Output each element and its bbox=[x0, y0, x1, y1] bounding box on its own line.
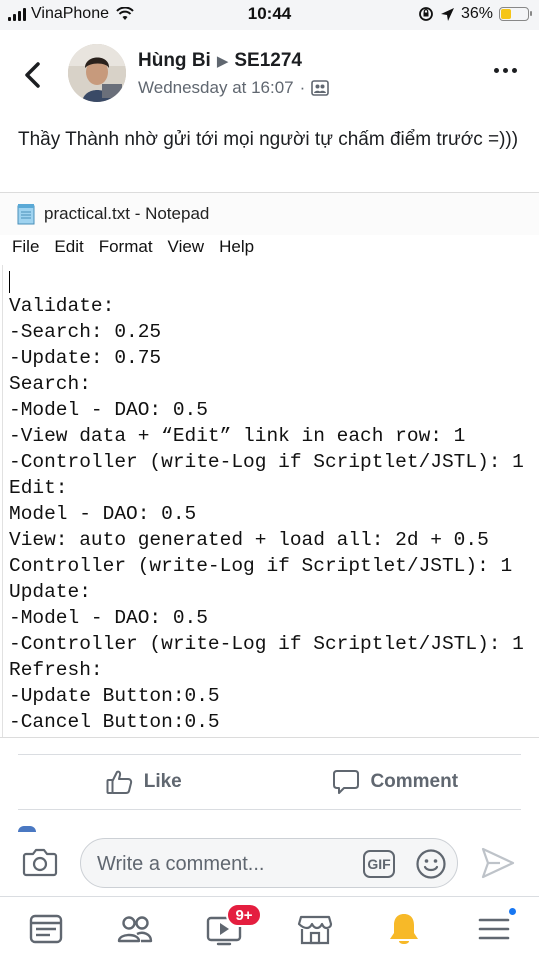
post-header: Hùng Bi ▶ SE1274 Wednesday at 16:07 · bbox=[0, 30, 539, 120]
notepad-menubar: File Edit Format View Help bbox=[0, 237, 254, 263]
notepad-line: Controller (write-Log if Scriptlet/JSTL)… bbox=[9, 555, 513, 577]
battery-fill bbox=[501, 9, 512, 19]
thumbs-up-icon bbox=[106, 770, 132, 794]
status-right: 36% bbox=[418, 5, 532, 23]
notepad-line: -Model - DAO: 0.5 bbox=[9, 607, 208, 629]
comment-composer: GIF bbox=[0, 832, 539, 894]
comment-input-box[interactable]: GIF bbox=[80, 838, 458, 888]
gif-button[interactable]: GIF bbox=[363, 850, 395, 878]
notepad-line: Refresh: bbox=[9, 659, 103, 681]
notepad-line: -Search: 0.25 bbox=[9, 321, 162, 343]
groups-icon bbox=[117, 916, 153, 943]
menu-view: View bbox=[167, 237, 205, 256]
notepad-content: Validate: -Search: 0.25 -Update: 0.75 Searc… bbox=[9, 267, 524, 737]
comment-button[interactable]: Comment bbox=[270, 755, 522, 809]
notepad-title: practical.txt - Notepad bbox=[44, 204, 210, 223]
bell-icon bbox=[390, 914, 418, 944]
notepad-line: -Update: 0.75 bbox=[9, 347, 162, 369]
tab-watch[interactable]: 9+ bbox=[204, 903, 262, 949]
shared-to-arrow-icon: ▶ bbox=[216, 53, 229, 70]
back-arrow-icon[interactable] bbox=[18, 58, 48, 92]
notepad-file-icon bbox=[17, 204, 35, 225]
avatar[interactable] bbox=[68, 44, 126, 102]
notepad-line: -Controller (write-Log if Scriptlet/JSTL… bbox=[9, 633, 524, 655]
author-name[interactable]: Hùng Bi bbox=[138, 50, 211, 72]
avatar-photo bbox=[68, 44, 126, 102]
notepad-line: Edit: bbox=[9, 477, 68, 499]
status-bar: VinaPhone 10:44 36% bbox=[0, 0, 539, 30]
battery-icon bbox=[499, 7, 532, 21]
battery-percent: 36% bbox=[460, 5, 493, 22]
marketplace-icon bbox=[297, 915, 333, 945]
tab-marketplace[interactable] bbox=[295, 909, 335, 949]
group-privacy-icon bbox=[311, 80, 330, 96]
comment-bubble-icon bbox=[333, 770, 360, 794]
watch-notification-badge: 9+ bbox=[226, 903, 262, 927]
group-name[interactable]: SE1274 bbox=[234, 50, 302, 72]
notepad-line: Validate: bbox=[9, 295, 115, 317]
orientation-lock-icon bbox=[419, 7, 433, 21]
post-text: Thầy Thành nhờ gửi tới mọi người tự chấm… bbox=[18, 129, 519, 150]
notepad-text-area: Validate: -Search: 0.25 -Update: 0.75 Searc… bbox=[2, 265, 539, 737]
post-image-notepad[interactable]: practical.txt - Notepad File Edit Format… bbox=[0, 192, 539, 738]
post-timestamp[interactable]: Wednesday at 16:07 bbox=[138, 78, 294, 98]
notepad-line: -Model - DAO: 0.5 bbox=[9, 399, 208, 421]
more-options-icon[interactable] bbox=[494, 68, 517, 73]
tab-news-feed[interactable] bbox=[26, 909, 66, 949]
meta-separator: · bbox=[299, 78, 306, 97]
tab-notifications[interactable] bbox=[384, 909, 424, 949]
notepad-line: Model - DAO: 0.5 bbox=[9, 503, 197, 525]
post-actions: Like Comment bbox=[18, 754, 521, 810]
poster-line: Hùng Bi ▶ SE1274 bbox=[138, 50, 302, 72]
send-icon[interactable] bbox=[480, 846, 516, 880]
like-label: Like bbox=[143, 771, 182, 792]
location-icon bbox=[440, 7, 454, 21]
notepad-line: -Controller (write-Log if Scriptlet/JSTL… bbox=[9, 451, 524, 473]
news-feed-icon bbox=[29, 914, 63, 944]
menu-notification-dot bbox=[507, 906, 518, 917]
notepad-line: View: auto generated + load all: 2d + 0.… bbox=[9, 529, 489, 551]
menu-file: File bbox=[12, 237, 40, 256]
notepad-line: Update: bbox=[9, 581, 91, 603]
notepad-line: -View data + “Edit” link in each row: 1 bbox=[9, 425, 466, 447]
menu-edit: Edit bbox=[54, 237, 84, 256]
notepad-titlebar: practical.txt - Notepad bbox=[0, 193, 539, 235]
post-meta: Wednesday at 16:07 · bbox=[138, 78, 330, 98]
comment-input[interactable] bbox=[97, 849, 367, 879]
notepad-line: -Update Button:0.5 bbox=[9, 685, 220, 707]
bottom-tab-bar: 9+ bbox=[0, 896, 539, 960]
like-button[interactable]: Like bbox=[18, 755, 270, 809]
emoji-icon[interactable] bbox=[415, 848, 447, 880]
camera-icon[interactable] bbox=[22, 846, 58, 878]
tab-menu[interactable] bbox=[474, 906, 518, 949]
comment-label: Comment bbox=[370, 771, 459, 792]
menu-help: Help bbox=[219, 237, 255, 256]
tab-groups[interactable] bbox=[115, 909, 155, 949]
notepad-line: Search: bbox=[9, 373, 91, 395]
notepad-line: -Cancel Button:0.5 bbox=[9, 711, 220, 733]
menu-format: Format bbox=[98, 237, 153, 256]
